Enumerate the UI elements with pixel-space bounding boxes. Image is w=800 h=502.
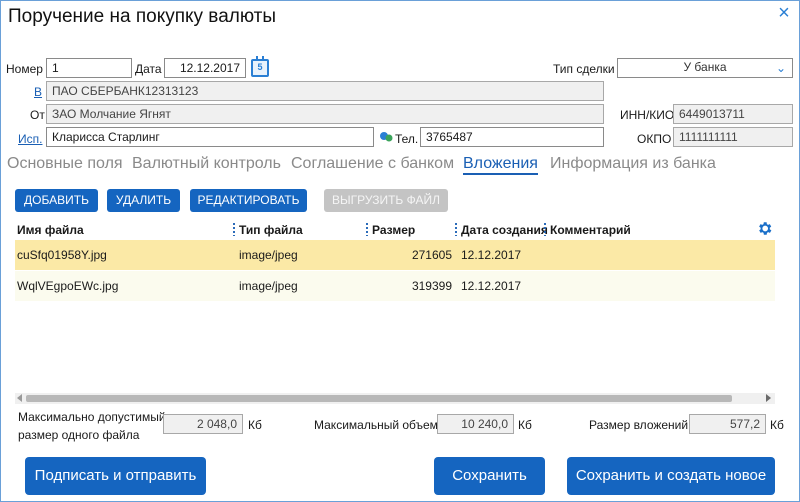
save-and-create-new-button[interactable]: Сохранить и создать новое xyxy=(567,457,775,495)
from-field: ЗАО Молчание Ягнят xyxy=(46,104,604,124)
gear-icon[interactable] xyxy=(756,220,773,237)
column-header-name[interactable]: Имя файла xyxy=(17,223,84,237)
attachments-size-unit: Кб xyxy=(770,418,784,432)
column-resize-handle[interactable] xyxy=(455,222,457,236)
edit-button[interactable]: РЕДАКТИРОВАТЬ xyxy=(190,189,307,212)
cell-created-date: 12.12.2017 xyxy=(461,248,522,262)
max-file-size-label: Максимально допустимый xyxy=(18,410,166,424)
tab-currency-control[interactable]: Валютный контроль xyxy=(132,155,281,173)
phone-input[interactable]: 3765487 xyxy=(420,127,604,147)
tab-attachments[interactable]: Вложения xyxy=(463,155,538,175)
max-volume-unit: Кб xyxy=(518,418,532,432)
deal-type-label: Тип сделки xyxy=(553,62,615,76)
tab-bank-info[interactable]: Информация из банка xyxy=(550,155,716,173)
delete-button[interactable]: УДАЛИТЬ xyxy=(107,189,180,212)
bank-link[interactable]: В xyxy=(34,85,42,99)
cell-file-type: image/jpeg xyxy=(239,248,298,262)
deal-type-value: У банка xyxy=(683,60,727,74)
calendar-icon[interactable]: 5 xyxy=(251,56,269,77)
column-resize-handle[interactable] xyxy=(233,222,235,236)
tab-main-fields[interactable]: Основные поля xyxy=(7,155,123,173)
max-volume-label: Максимальный объем xyxy=(314,418,438,432)
executor-link[interactable]: Исп. xyxy=(18,132,42,146)
sign-and-send-button[interactable]: Подписать и отправить xyxy=(25,457,206,495)
inn-field: 6449013711 xyxy=(673,104,793,124)
max-file-size-unit: Кб xyxy=(248,418,262,432)
tab-bank-agreement[interactable]: Соглашение с банком xyxy=(291,155,454,173)
deal-type-select[interactable]: У банка ⌄ xyxy=(617,58,793,78)
max-file-size-field: 2 048,0 xyxy=(163,414,243,434)
attachments-size-label: Размер вложений xyxy=(589,418,689,432)
bank-field: ПАО СБЕРБАНК12313123 xyxy=(46,81,604,101)
max-volume-field: 10 240,0 xyxy=(437,414,514,434)
okpo-label: ОКПО xyxy=(637,132,672,146)
from-label: От xyxy=(30,108,45,122)
cell-file-name: cuSfq01958Y.jpg xyxy=(17,248,107,262)
date-label: Дата xyxy=(135,62,162,76)
dialog-title: Поручение на покупку валюты xyxy=(8,6,277,27)
scrollbar-thumb[interactable] xyxy=(26,395,732,402)
cell-created-date: 12.12.2017 xyxy=(461,279,522,293)
scroll-left-arrow-icon[interactable] xyxy=(17,394,22,402)
chevron-down-icon: ⌄ xyxy=(775,61,786,75)
okpo-field: 1111111111 xyxy=(673,127,793,147)
column-header-size[interactable]: Размер xyxy=(372,223,415,237)
scroll-right-arrow-icon[interactable] xyxy=(766,394,771,402)
number-input[interactable]: 1 xyxy=(46,58,132,78)
phone-book-icon[interactable] xyxy=(379,131,393,143)
table-row[interactable]: WqlVEgpoEWc.jpg image/jpeg 319399 12.12.… xyxy=(15,271,775,301)
phone-label: Тел. xyxy=(395,132,419,146)
cell-file-size: 319399 xyxy=(411,279,452,293)
column-resize-handle[interactable] xyxy=(544,222,546,236)
cell-file-name: WqlVEgpoEWc.jpg xyxy=(17,279,119,293)
column-resize-handle[interactable] xyxy=(366,222,368,236)
attachments-size-field: 577,2 xyxy=(689,414,766,434)
executor-input[interactable]: Кларисса Старлинг xyxy=(46,127,374,147)
column-header-type[interactable]: Тип файла xyxy=(239,223,303,237)
cell-file-size: 271605 xyxy=(411,248,452,262)
add-button[interactable]: ДОБАВИТЬ xyxy=(15,189,98,212)
max-file-size-label-line2: размер одного файла xyxy=(18,428,140,442)
close-icon[interactable]: × xyxy=(775,3,793,23)
save-button[interactable]: Сохранить xyxy=(434,457,545,495)
inn-label: ИНН/КИО xyxy=(620,108,675,122)
column-header-date[interactable]: Дата создания xyxy=(461,223,548,237)
number-label: Номер xyxy=(6,62,43,76)
column-header-comment[interactable]: Комментарий xyxy=(550,223,631,237)
date-input[interactable]: 12.12.2017 xyxy=(164,58,246,78)
cell-file-type: image/jpeg xyxy=(239,279,298,293)
export-file-button: ВЫГРУЗИТЬ ФАЙЛ xyxy=(324,189,448,212)
table-row[interactable]: cuSfq01958Y.jpg image/jpeg 271605 12.12.… xyxy=(15,240,775,270)
